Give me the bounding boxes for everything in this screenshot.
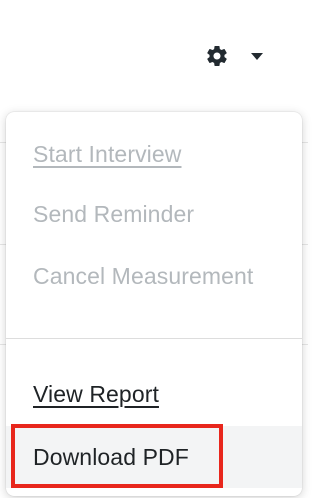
menu-item-label: View Report [33, 380, 159, 407]
menu-item-view-report[interactable]: View Report [6, 364, 302, 424]
menu-item-label: Cancel Measurement [33, 262, 254, 289]
menu-item-label: Download PDF [33, 443, 189, 470]
menu-item-start-interview[interactable]: Start Interview [6, 124, 302, 184]
settings-dropdown-toggle[interactable] [204, 38, 274, 74]
caret-down-icon[interactable] [250, 51, 264, 61]
menu-divider [6, 338, 302, 339]
gear-icon[interactable] [204, 43, 230, 69]
menu-item-label: Send Reminder [33, 200, 195, 227]
settings-dropdown-menu: Start Interview Send Reminder Cancel Mea… [6, 112, 302, 496]
menu-item-label: Start Interview [33, 140, 182, 167]
menu-item-cancel-measurement[interactable]: Cancel Measurement [6, 246, 302, 306]
menu-item-download-pdf[interactable]: Download PDF [6, 426, 302, 488]
page: Start Interview Send Reminder Cancel Mea… [0, 0, 308, 498]
menu-item-send-reminder[interactable]: Send Reminder [6, 184, 302, 244]
